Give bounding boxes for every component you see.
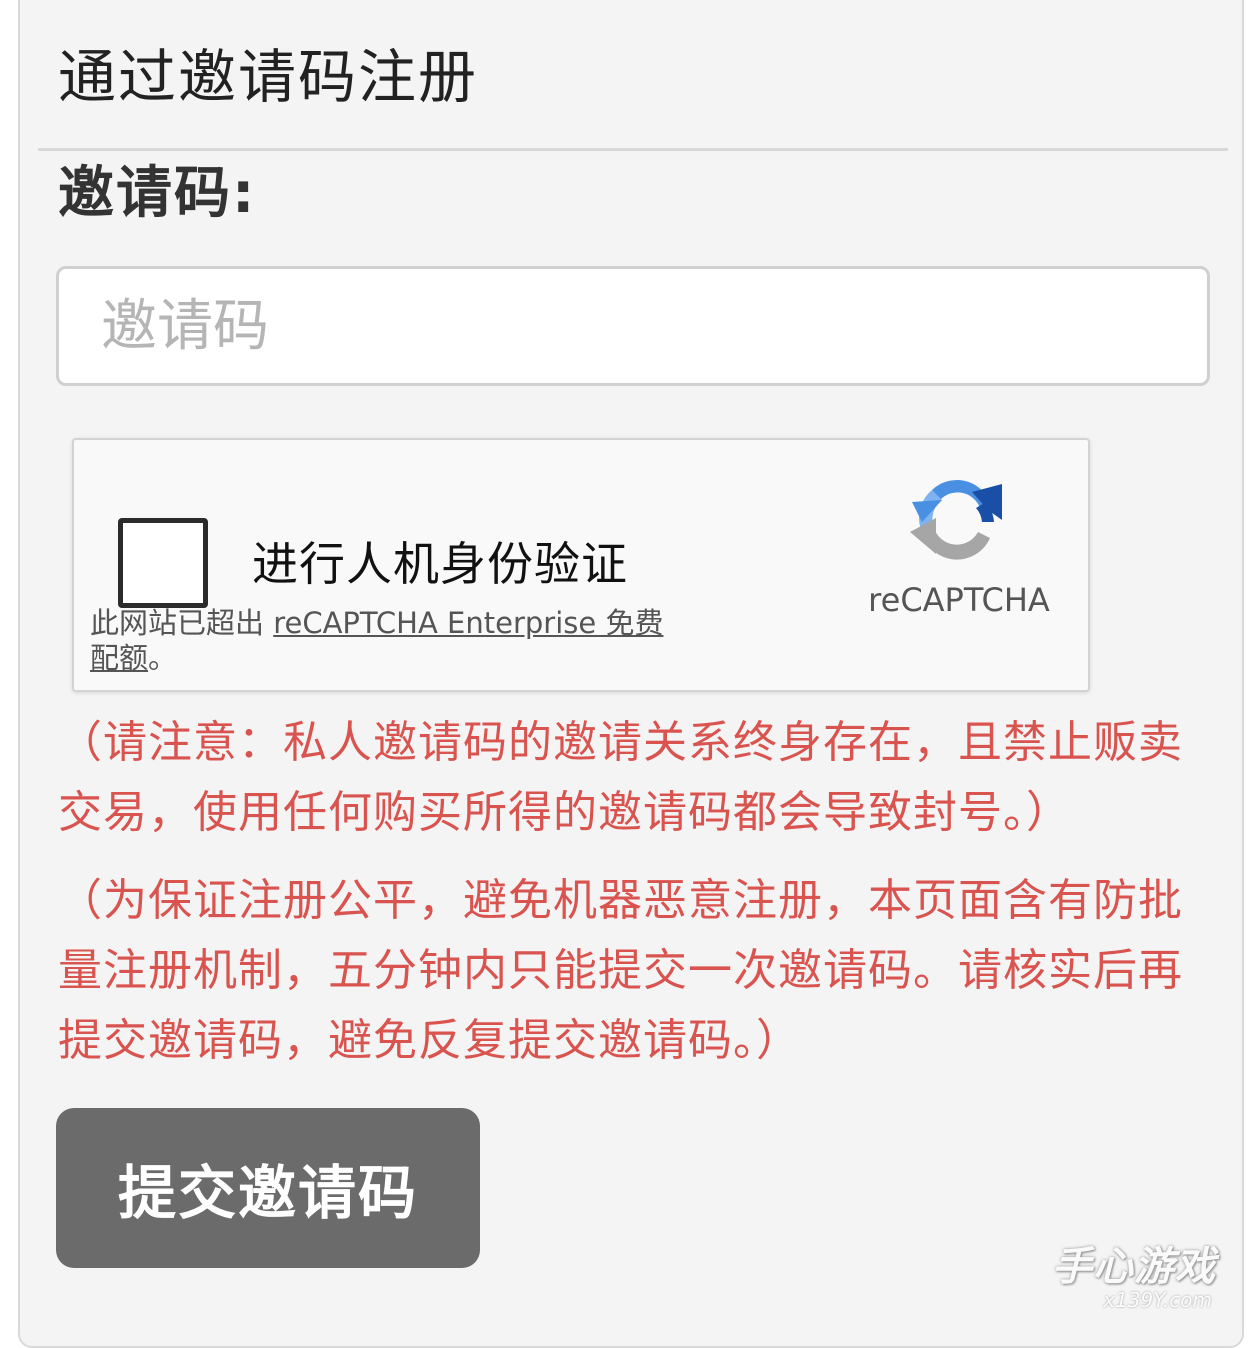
watermark-url: x139Y.com [1103, 1288, 1212, 1312]
recaptcha-notice-prefix: 此网站已超出 [90, 606, 273, 640]
rate-limit-notice: （为保证注册公平，避免机器恶意注册，本页面含有防批量注册机制，五分钟内只能提交一… [58, 866, 1208, 1076]
invite-code-label: 邀请码: [58, 160, 256, 228]
recaptcha-brand-label: reCAPTCHA [854, 580, 1064, 620]
private-code-notice: （请注意：私人邀请码的邀请关系终身存在，且禁止贩卖交易，使用任何购买所得的邀请码… [58, 708, 1208, 848]
recaptcha-widget: 进行人机身份验证 此网站已超出 reCAPTCHA Enterprise 免费配… [72, 438, 1090, 692]
recaptcha-checkbox[interactable] [118, 518, 208, 608]
recaptcha-notice-suffix: 。 [148, 641, 177, 675]
recaptcha-logo-icon [902, 462, 1012, 572]
watermark-logo: 手心游戏 [1052, 1234, 1216, 1292]
title-divider [38, 148, 1228, 151]
recaptcha-checkbox-label: 进行人机身份验证 [252, 536, 628, 592]
submit-invite-code-button[interactable]: 提交邀请码 [56, 1108, 480, 1268]
invite-code-input[interactable] [56, 266, 1210, 386]
invite-register-panel: 通过邀请码注册 邀请码: 进行人机身份验证 此网站已超出 reCAPTCHA E… [18, 0, 1244, 1348]
recaptcha-quota-notice: 此网站已超出 reCAPTCHA Enterprise 免费配额。 [90, 606, 690, 676]
page-title: 通过邀请码注册 [58, 42, 478, 112]
